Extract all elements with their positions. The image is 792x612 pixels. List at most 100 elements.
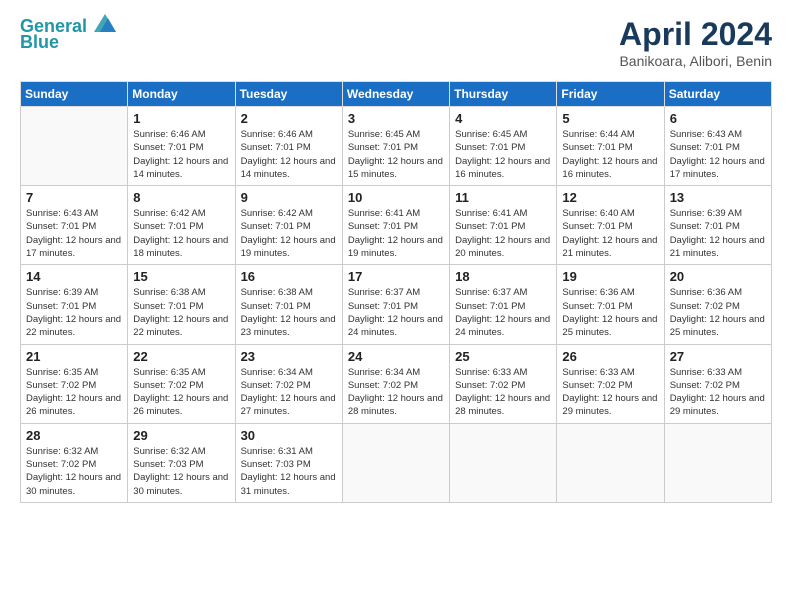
calendar-cell: 14Sunrise: 6:39 AM Sunset: 7:01 PM Dayli…	[21, 265, 128, 344]
calendar-cell: 4Sunrise: 6:45 AM Sunset: 7:01 PM Daylig…	[450, 107, 557, 186]
day-number: 19	[562, 269, 658, 284]
day-number: 5	[562, 111, 658, 126]
day-number: 27	[670, 349, 766, 364]
calendar-day-header: Wednesday	[342, 82, 449, 107]
day-number: 14	[26, 269, 122, 284]
day-number: 17	[348, 269, 444, 284]
logo: General Blue	[20, 16, 116, 53]
day-info: Sunrise: 6:39 AM Sunset: 7:01 PM Dayligh…	[670, 207, 766, 260]
calendar-cell: 30 Sunrise: 6:31 AM Sunset: 7:03 PM Dayli…	[235, 423, 342, 502]
day-number: 6	[670, 111, 766, 126]
day-info: Sunrise: 6:37 AM Sunset: 7:01 PM Dayligh…	[348, 286, 444, 339]
day-info: Sunrise: 6:41 AM Sunset: 7:01 PM Dayligh…	[348, 207, 444, 260]
day-info: Sunrise: 6:42 AM Sunset: 7:01 PM Dayligh…	[133, 207, 229, 260]
logo-icon	[94, 14, 116, 32]
calendar-cell: 26 Sunrise: 6:33 AM Sunset: 7:02 PM Dayli…	[557, 344, 664, 423]
day-info: Sunrise: 6:36 AM Sunset: 7:02 PM Dayligh…	[670, 286, 766, 339]
calendar-cell: 27 Sunrise: 6:33 AM Sunset: 7:02 PM Dayli…	[664, 344, 771, 423]
day-number: 24	[348, 349, 444, 364]
calendar-cell	[342, 423, 449, 502]
calendar-cell: 10 Sunrise: 6:41 AM Sunset: 7:01 PM Dayli…	[342, 186, 449, 265]
title-section: April 2024 Banikoara, Alibori, Benin	[619, 16, 772, 69]
calendar-cell: 15 Sunrise: 6:38 AM Sunset: 7:01 PM Dayli…	[128, 265, 235, 344]
calendar-day-header: Saturday	[664, 82, 771, 107]
day-number: 9	[241, 190, 337, 205]
day-info: Sunrise: 6:38 AM Sunset: 7:01 PM Dayligh…	[241, 286, 337, 339]
calendar-cell: 13 Sunrise: 6:39 AM Sunset: 7:01 PM Dayli…	[664, 186, 771, 265]
day-info: Sunrise: 6:42 AM Sunset: 7:01 PM Dayligh…	[241, 207, 337, 260]
calendar-header-row: SundayMondayTuesdayWednesdayThursdayFrid…	[21, 82, 772, 107]
day-info: Sunrise: 6:32 AM Sunset: 7:03 PM Dayligh…	[133, 445, 229, 498]
calendar-cell: 16 Sunrise: 6:38 AM Sunset: 7:01 PM Dayli…	[235, 265, 342, 344]
calendar-cell: 9 Sunrise: 6:42 AM Sunset: 7:01 PM Daylig…	[235, 186, 342, 265]
day-number: 25	[455, 349, 551, 364]
day-info: Sunrise: 6:36 AM Sunset: 7:01 PM Dayligh…	[562, 286, 658, 339]
calendar-day-header: Monday	[128, 82, 235, 107]
calendar-cell: 23Sunrise: 6:34 AM Sunset: 7:02 PM Dayli…	[235, 344, 342, 423]
calendar-day-header: Thursday	[450, 82, 557, 107]
day-number: 4	[455, 111, 551, 126]
day-number: 18	[455, 269, 551, 284]
location-title: Banikoara, Alibori, Benin	[619, 53, 772, 69]
calendar-cell: 20 Sunrise: 6:36 AM Sunset: 7:02 PM Dayli…	[664, 265, 771, 344]
calendar-cell: 6Sunrise: 6:43 AM Sunset: 7:01 PM Daylig…	[664, 107, 771, 186]
day-number: 13	[670, 190, 766, 205]
day-info: Sunrise: 6:45 AM Sunset: 7:01 PM Dayligh…	[348, 128, 444, 181]
day-number: 26	[562, 349, 658, 364]
calendar-cell: 7Sunrise: 6:43 AM Sunset: 7:01 PM Daylig…	[21, 186, 128, 265]
calendar-day-header: Sunday	[21, 82, 128, 107]
calendar-week-row: 14Sunrise: 6:39 AM Sunset: 7:01 PM Dayli…	[21, 265, 772, 344]
day-number: 28	[26, 428, 122, 443]
day-info: Sunrise: 6:33 AM Sunset: 7:02 PM Dayligh…	[562, 366, 658, 419]
day-info: Sunrise: 6:34 AM Sunset: 7:02 PM Dayligh…	[241, 366, 337, 419]
day-info: Sunrise: 6:33 AM Sunset: 7:02 PM Dayligh…	[455, 366, 551, 419]
calendar-cell: 29 Sunrise: 6:32 AM Sunset: 7:03 PM Dayli…	[128, 423, 235, 502]
day-info: Sunrise: 6:46 AM Sunset: 7:01 PM Dayligh…	[241, 128, 337, 181]
calendar-day-header: Tuesday	[235, 82, 342, 107]
calendar-cell: 8 Sunrise: 6:42 AM Sunset: 7:01 PM Daylig…	[128, 186, 235, 265]
day-info: Sunrise: 6:37 AM Sunset: 7:01 PM Dayligh…	[455, 286, 551, 339]
day-number: 21	[26, 349, 122, 364]
calendar-week-row: 7Sunrise: 6:43 AM Sunset: 7:01 PM Daylig…	[21, 186, 772, 265]
day-number: 3	[348, 111, 444, 126]
day-number: 22	[133, 349, 229, 364]
day-number: 2	[241, 111, 337, 126]
day-number: 10	[348, 190, 444, 205]
day-info: Sunrise: 6:38 AM Sunset: 7:01 PM Dayligh…	[133, 286, 229, 339]
day-info: Sunrise: 6:31 AM Sunset: 7:03 PM Dayligh…	[241, 445, 337, 498]
day-info: Sunrise: 6:40 AM Sunset: 7:01 PM Dayligh…	[562, 207, 658, 260]
day-info: Sunrise: 6:35 AM Sunset: 7:02 PM Dayligh…	[133, 366, 229, 419]
calendar-cell	[21, 107, 128, 186]
calendar-cell: 1 Sunrise: 6:46 AM Sunset: 7:01 PM Daylig…	[128, 107, 235, 186]
month-title: April 2024	[619, 16, 772, 53]
day-info: Sunrise: 6:34 AM Sunset: 7:02 PM Dayligh…	[348, 366, 444, 419]
calendar-cell: 11Sunrise: 6:41 AM Sunset: 7:01 PM Dayli…	[450, 186, 557, 265]
calendar-week-row: 1 Sunrise: 6:46 AM Sunset: 7:01 PM Daylig…	[21, 107, 772, 186]
calendar-cell: 24 Sunrise: 6:34 AM Sunset: 7:02 PM Dayli…	[342, 344, 449, 423]
day-info: Sunrise: 6:35 AM Sunset: 7:02 PM Dayligh…	[26, 366, 122, 419]
day-number: 1	[133, 111, 229, 126]
calendar-cell	[557, 423, 664, 502]
day-number: 8	[133, 190, 229, 205]
calendar-cell: 17 Sunrise: 6:37 AM Sunset: 7:01 PM Dayli…	[342, 265, 449, 344]
day-number: 12	[562, 190, 658, 205]
calendar-cell: 18 Sunrise: 6:37 AM Sunset: 7:01 PM Dayli…	[450, 265, 557, 344]
day-info: Sunrise: 6:33 AM Sunset: 7:02 PM Dayligh…	[670, 366, 766, 419]
calendar-week-row: 21 Sunrise: 6:35 AM Sunset: 7:02 PM Dayli…	[21, 344, 772, 423]
calendar-week-row: 28 Sunrise: 6:32 AM Sunset: 7:02 PM Dayli…	[21, 423, 772, 502]
day-number: 30	[241, 428, 337, 443]
calendar-cell: 3 Sunrise: 6:45 AM Sunset: 7:01 PM Daylig…	[342, 107, 449, 186]
calendar-cell: 2 Sunrise: 6:46 AM Sunset: 7:01 PM Daylig…	[235, 107, 342, 186]
day-number: 7	[26, 190, 122, 205]
header: General Blue April 2024 Banikoara, Alibo…	[20, 16, 772, 69]
calendar-cell: 21 Sunrise: 6:35 AM Sunset: 7:02 PM Dayli…	[21, 344, 128, 423]
calendar-cell	[664, 423, 771, 502]
calendar-cell: 5Sunrise: 6:44 AM Sunset: 7:01 PM Daylig…	[557, 107, 664, 186]
calendar-cell	[450, 423, 557, 502]
day-number: 15	[133, 269, 229, 284]
day-number: 29	[133, 428, 229, 443]
day-info: Sunrise: 6:46 AM Sunset: 7:01 PM Dayligh…	[133, 128, 229, 181]
day-number: 20	[670, 269, 766, 284]
day-number: 16	[241, 269, 337, 284]
day-info: Sunrise: 6:32 AM Sunset: 7:02 PM Dayligh…	[26, 445, 122, 498]
